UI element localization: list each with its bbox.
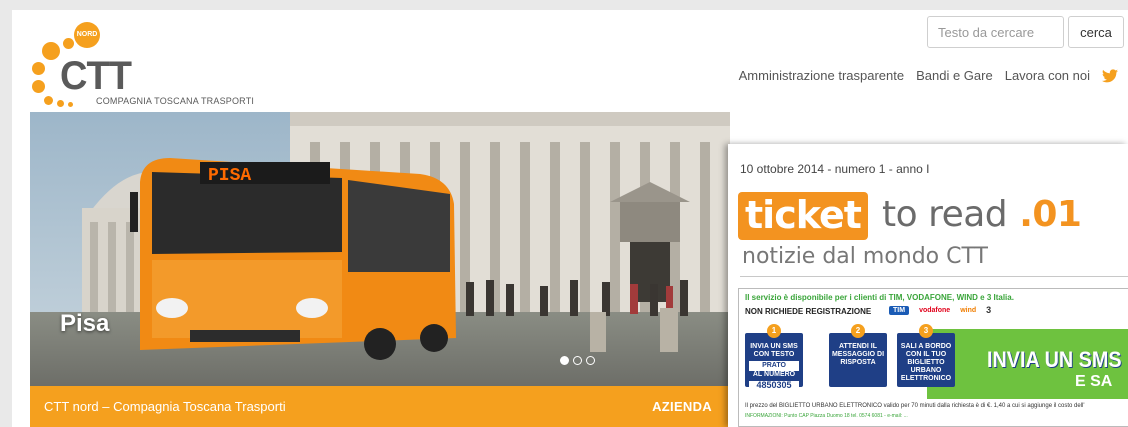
step-text: SALI A BORDO CON IL TUO BIGLIETTO URBANO…	[900, 343, 952, 382]
nav-amministrazione-trasparente[interactable]: Amministrazione trasparente	[739, 68, 904, 83]
logo-dot	[42, 42, 60, 60]
ctt-logo[interactable]: NORD CTT COMPAGNIA TOSCANA TRASPORTI	[30, 20, 260, 110]
nav-lavora-con-noi[interactable]: Lavora con noi	[1005, 68, 1090, 83]
newsletter-title-toread-text: to read	[882, 194, 1008, 235]
step-number: 1	[767, 324, 781, 338]
page: NORD CTT COMPAGNIA TOSCANA TRASPORTI cer…	[12, 10, 1128, 427]
hero-caption: Pisa	[60, 310, 110, 337]
operator-logos: TIM vodafone wind 3	[889, 305, 991, 315]
top-nav: Amministrazione trasparente Bandi e Gare…	[739, 68, 1118, 83]
logo-dot	[44, 96, 53, 105]
azienda-link[interactable]: AZIENDA	[652, 399, 712, 414]
logo-dot	[68, 102, 73, 107]
logo-wordmark: CTT	[60, 54, 132, 98]
step-text: INVIA UN SMS CON TESTO	[750, 343, 798, 358]
logo-dot	[57, 100, 64, 107]
ad-no-registration: NON RICHIEDE REGISTRAZIONE	[745, 307, 872, 316]
logo-dot	[32, 62, 45, 75]
slider-dot-1[interactable]	[560, 356, 569, 365]
nav-bandi-e-gare[interactable]: Bandi e Gare	[916, 68, 993, 83]
tim-logo: TIM	[889, 305, 910, 315]
ad-step-3: 3 SALI A BORDO CON IL TUO BIGLIETTO URBA…	[897, 324, 955, 387]
logo-subtitle: COMPAGNIA TOSCANA TRASPORTI	[96, 96, 255, 106]
ad-headline: INVIA UN SMS	[987, 347, 1122, 372]
logo-dot	[32, 80, 45, 93]
search-input[interactable]	[927, 16, 1064, 48]
slider-dot-3[interactable]	[586, 356, 595, 365]
step-sub: AL NUMERO	[752, 371, 796, 378]
step-number: 3	[919, 324, 933, 338]
wind-logo: wind	[960, 306, 977, 314]
ad-headline-2: E SA	[1075, 373, 1113, 390]
search-button[interactable]: cerca	[1068, 16, 1124, 48]
sms-ticket-ad[interactable]: Il servizio è disponibile per i clienti …	[738, 288, 1128, 427]
slider-caption-bar[interactable]: CTT nord – Compagnia Toscana Trasporti A…	[30, 386, 730, 427]
divider	[740, 276, 1128, 277]
ad-footer-info: INFORMAZIONI: Punto CAP Piazza Duomo 18 …	[745, 413, 908, 419]
bus-destination-sign: PISA	[208, 166, 251, 186]
ad-step-2: 2 ATTENDI IL MESSAGGIO DI RISPOSTA	[829, 324, 887, 387]
ad-step-1: 1 INVIA UN SMS CON TESTO PRATO AL NUMERO…	[745, 324, 803, 390]
tre-logo: 3	[986, 305, 992, 315]
vodafone-logo: vodafone	[919, 306, 951, 314]
step-keyword: PRATO	[749, 361, 799, 371]
step-number: 2	[851, 324, 865, 338]
slider-dots	[560, 356, 595, 365]
slider-dot-2[interactable]	[573, 356, 582, 365]
sms-number: 4850305	[749, 381, 799, 390]
newsletter-title-ticket: ticket	[738, 192, 868, 240]
hero-image: PISA	[30, 112, 730, 386]
newsletter-date: 10 ottobre 2014 - numero 1 - anno I	[740, 162, 930, 176]
newsletter-title-suffix: .01	[1019, 194, 1082, 235]
logo-dot	[63, 38, 74, 49]
newsletter-title-toread: to read .01	[882, 192, 1082, 238]
ad-footer: Il prezzo del BIGLIETTO URBANO ELETTRONI…	[745, 403, 1085, 409]
newsletter-subtitle: notizie dal mondo CTT	[742, 244, 988, 269]
logo-badge: NORD	[74, 22, 100, 48]
hero-slider[interactable]: PISA Pisa	[30, 112, 730, 386]
company-name: CTT nord – Compagnia Toscana Trasporti	[44, 399, 286, 414]
twitter-icon[interactable]	[1102, 68, 1118, 83]
newsletter-panel[interactable]: 10 ottobre 2014 - numero 1 - anno I tick…	[728, 144, 1128, 427]
ad-top-line: Il servizio è disponibile per i clienti …	[745, 293, 1014, 302]
step-text: ATTENDI IL MESSAGGIO DI RISPOSTA	[831, 343, 885, 366]
